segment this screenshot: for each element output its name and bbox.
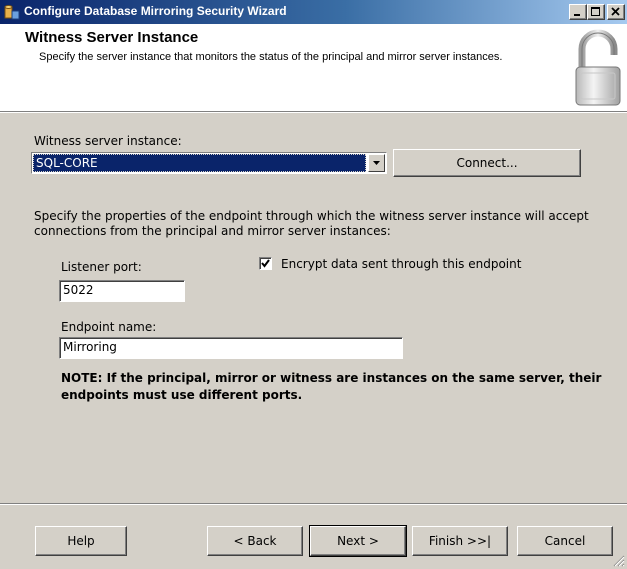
next-button[interactable]: Next >	[309, 525, 407, 557]
endpoint-name-label: Endpoint name:	[61, 320, 157, 334]
page-description: Specify the server instance that monitor…	[39, 51, 503, 63]
padlock-icon	[575, 29, 621, 106]
finish-button-label: Finish >>|	[428, 534, 492, 548]
window-title: Configure Database Mirroring Security Wi…	[24, 4, 287, 18]
title-bar[interactable]: Configure Database Mirroring Security Wi…	[0, 0, 627, 24]
listener-port-label: Listener port:	[61, 260, 142, 274]
footer-separator-highlight	[0, 504, 627, 505]
sql-server-wizard-icon	[4, 4, 20, 20]
encrypt-checkbox[interactable]	[259, 257, 272, 270]
cancel-button-label: Cancel	[544, 534, 586, 548]
close-icon	[611, 7, 620, 16]
same-server-note: NOTE: If the principal, mirror or witnes…	[61, 371, 602, 402]
dropdown-arrow-button[interactable]	[368, 154, 385, 172]
close-button[interactable]	[607, 4, 625, 20]
checkmark-icon	[261, 259, 270, 268]
encrypt-label[interactable]: Encrypt data sent through this endpoint	[281, 257, 521, 271]
resize-grip-icon[interactable]	[613, 555, 625, 567]
witness-instance-label: Witness server instance:	[34, 134, 182, 148]
witness-instance-dropdown[interactable]: SQL-CORE	[31, 152, 387, 174]
help-button[interactable]: Help	[35, 526, 127, 556]
header-separator	[0, 112, 627, 113]
listener-port-input[interactable]: 5022	[59, 280, 185, 302]
chevron-down-icon	[373, 161, 380, 165]
page-title: Witness Server Instance	[25, 29, 199, 46]
back-button-label: < Back	[233, 534, 277, 548]
maximize-icon	[591, 7, 600, 16]
wizard-header: Witness Server Instance Specify the serv…	[0, 24, 627, 112]
minimize-icon	[574, 14, 580, 16]
connect-button-label: Connect...	[456, 156, 518, 170]
finish-button[interactable]: Finish >>|	[412, 526, 508, 556]
next-button-label: Next >	[337, 534, 379, 548]
maximize-button[interactable]	[587, 4, 605, 20]
minimize-button[interactable]	[569, 4, 587, 20]
help-button-label: Help	[67, 534, 95, 548]
cancel-button[interactable]: Cancel	[517, 526, 613, 556]
endpoint-description: Specify the properties of the endpoint t…	[34, 209, 589, 238]
wizard-window: Configure Database Mirroring Security Wi…	[0, 0, 627, 569]
endpoint-name-input[interactable]: Mirroring	[59, 337, 403, 359]
back-button[interactable]: < Back	[207, 526, 303, 556]
witness-instance-value: SQL-CORE	[33, 154, 366, 172]
connect-button[interactable]: Connect...	[393, 149, 581, 177]
